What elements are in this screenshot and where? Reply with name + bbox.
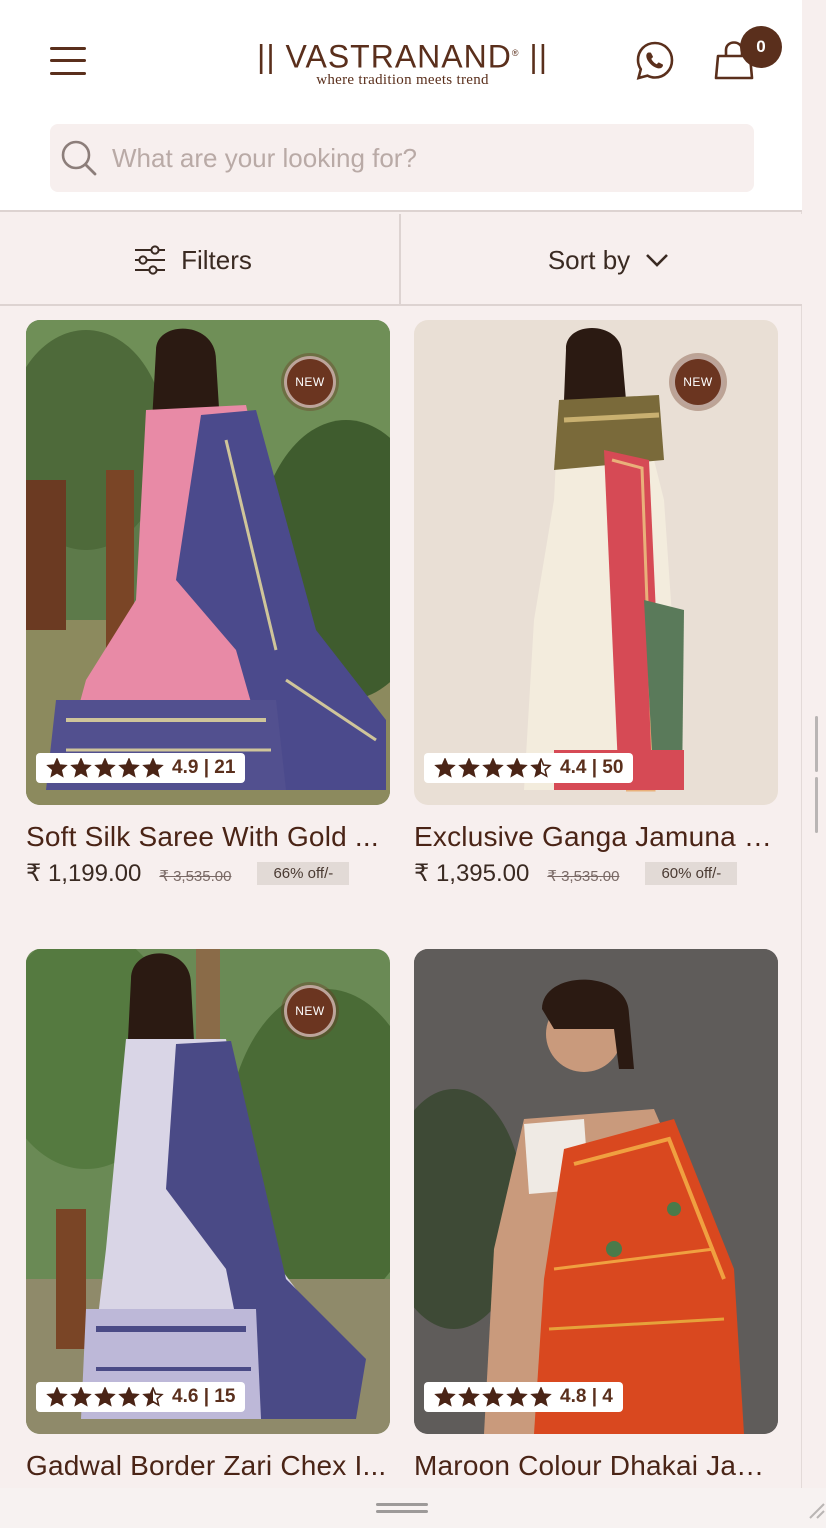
original-price: ₹ 3,535.00 [547,867,620,885]
menu-icon-line [50,72,86,75]
saree-photo [26,320,390,805]
product-card[interactable]: NEW 4.9 | 21 Soft Silk Saree With Gold .… [26,320,390,888]
scrollbar-thumb[interactable] [815,716,823,833]
sliders-icon [135,245,166,275]
listing-toolbar: Filters Sort by [0,214,802,306]
product-title[interactable]: Exclusive Ganga Jamuna Pa... [414,821,778,853]
product-image[interactable]: NEW 4.6 | 15 [26,949,390,1434]
star-rating-icon [46,1387,166,1407]
sort-label: Sort by [547,244,631,275]
search-input[interactable] [112,142,712,174]
resize-corner-icon[interactable] [806,1500,826,1520]
logo-wordmark: || VASTRANAND® || [257,38,548,75]
discount-badge: 60% off/- [645,862,738,885]
product-title[interactable]: Soft Silk Saree With Gold ... [26,821,390,853]
saree-photo [414,949,778,1434]
search-bar[interactable] [50,124,754,192]
whatsapp-button[interactable] [634,40,676,82]
hamburger-menu-button[interactable] [50,45,86,75]
saree-photo [26,949,390,1434]
drag-handle[interactable] [376,1503,428,1513]
new-badge: NEW [284,356,336,408]
menu-icon-line [50,59,86,62]
sort-by-dropdown[interactable]: Sort by [402,214,802,306]
price-row: ₹ 1,199.00 ₹ 3,535.00 66% off/- [26,859,390,888]
product-image[interactable]: 4.8 | 4 [414,949,778,1434]
rating-chip: 4.9 | 21 [36,753,246,783]
brand-logo[interactable]: || VASTRANAND® || where tradition meets … [250,34,555,90]
filters-label: Filters [181,244,252,275]
product-title[interactable]: Maroon Colour Dhakai Jam... [414,1450,778,1482]
rating-chip: 4.8 | 4 [424,1382,623,1412]
rating-text: 4.9 | 21 [172,757,236,778]
product-image[interactable]: NEW 4.4 | 50 [414,320,778,805]
original-price: ₹ 3,535.00 [159,867,232,885]
rating-text: 4.4 | 50 [560,757,624,778]
menu-icon [50,47,86,50]
rating-chip: 4.4 | 50 [424,753,634,783]
price-row: ₹ 1,395.00 ₹ 3,535.00 60% off/- [414,859,778,888]
product-card[interactable]: NEW 4.6 | 15 Gadwal Border Zari Chex I..… [26,949,390,1482]
site-header: || VASTRANAND® || where tradition meets … [0,0,802,212]
product-title[interactable]: Gadwal Border Zari Chex I... [26,1450,390,1482]
rating-text: 4.8 | 4 [560,1386,613,1407]
app-shell: || VASTRANAND® || where tradition meets … [0,0,802,1528]
product-image[interactable]: NEW 4.9 | 21 [26,320,390,805]
product-card[interactable]: NEW 4.4 | 50 Exclusive Ganga Jamuna Pa..… [414,320,778,888]
sale-price: ₹ 1,395.00 [414,860,530,887]
star-rating-icon [434,1387,554,1407]
chevron-down-icon [646,254,669,267]
rating-chip: 4.6 | 15 [36,1382,246,1412]
whatsapp-icon [636,41,674,80]
discount-badge: 66% off/- [257,862,350,885]
page: || VASTRANAND® || where tradition meets … [0,0,826,1528]
cart-count-badge: 0 [740,26,782,68]
new-badge: NEW [284,985,336,1037]
star-rating-icon [434,758,554,778]
filters-button[interactable]: Filters [0,214,401,306]
new-badge: NEW [672,356,724,408]
sale-price: ₹ 1,199.00 [26,860,142,887]
product-card[interactable]: 4.8 | 4 Maroon Colour Dhakai Jam... [414,949,778,1482]
star-rating-icon [46,758,166,778]
rating-text: 4.6 | 15 [172,1386,236,1407]
saree-photo [414,320,778,805]
search-icon [61,140,97,176]
